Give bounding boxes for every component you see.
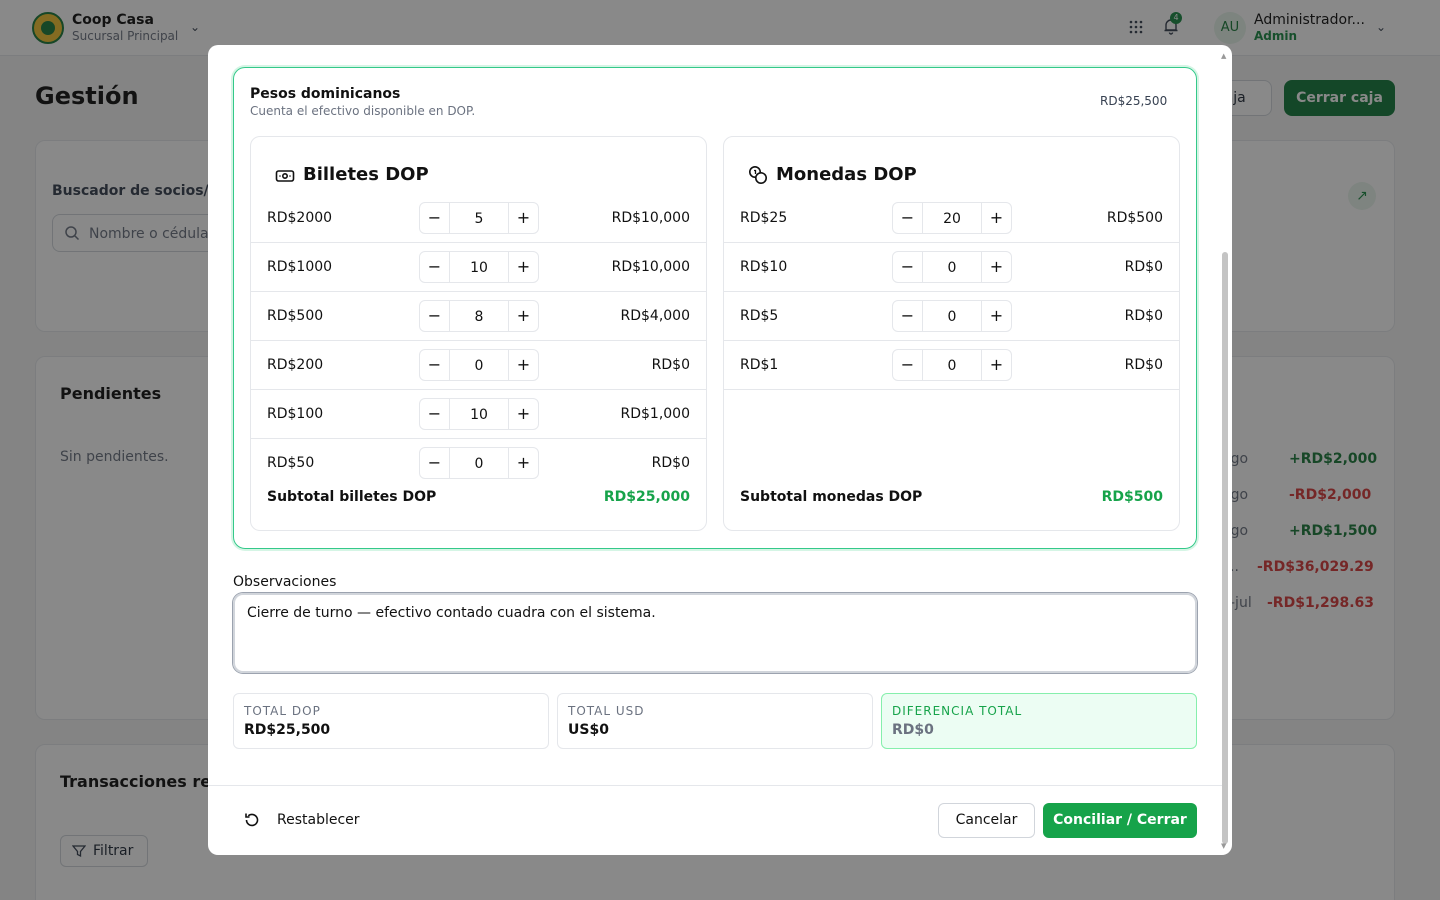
denomination-label: RD$2000 [267, 210, 333, 226]
quantity-stepper[interactable]: −0 + [892, 349, 1012, 381]
quantity-stepper[interactable]: −10 + [419, 251, 539, 283]
denomination-label: RD$500 [267, 308, 324, 324]
quantity-input[interactable]: 0 [923, 301, 981, 331]
reconcile-close-button[interactable]: Conciliar / Cerrar [1043, 803, 1197, 838]
coins-subtotal-label: Subtotal monedas DOP [740, 489, 923, 505]
denomination-label: RD$10 [740, 259, 788, 275]
total-difference-card: DIFERENCIA TOTAL RD$0 [881, 693, 1197, 749]
scroll-up-icon[interactable]: ▲ [1221, 52, 1226, 60]
line-total: RD$10,000 [611, 259, 690, 275]
decrement-button[interactable]: − [420, 301, 450, 331]
denomination-label: RD$100 [267, 406, 324, 422]
quantity-stepper[interactable]: −10 + [419, 398, 539, 430]
increment-button[interactable]: + [981, 350, 1011, 380]
decrement-button[interactable]: − [420, 350, 450, 380]
decrement-button[interactable]: − [420, 203, 450, 233]
decrement-button[interactable]: − [893, 252, 923, 282]
line-total: RD$0 [651, 455, 690, 471]
decrement-button[interactable]: − [420, 399, 450, 429]
denomination-label: RD$200 [267, 357, 324, 373]
quantity-input[interactable]: 10 [450, 399, 508, 429]
coins-icon [748, 165, 768, 185]
quantity-input[interactable]: 10 [450, 252, 508, 282]
quantity-stepper[interactable]: −0 + [892, 300, 1012, 332]
denomination-label: RD$1000 [267, 259, 333, 275]
section-subtitle: Cuenta el efectivo disponible en DOP. [250, 104, 476, 118]
denomination-label: RD$25 [740, 210, 788, 226]
line-total: RD$0 [1124, 357, 1163, 373]
denomination-label: RD$1 [740, 357, 779, 373]
decrement-button[interactable]: − [893, 350, 923, 380]
increment-button[interactable]: + [981, 301, 1011, 331]
line-total: RD$0 [1124, 308, 1163, 324]
decrement-button[interactable]: − [420, 448, 450, 478]
increment-button[interactable]: + [508, 448, 538, 478]
quantity-input[interactable]: 20 [923, 203, 981, 233]
modal-footer-divider [208, 785, 1222, 786]
banknote-icon [275, 166, 295, 186]
quantity-input[interactable]: 0 [450, 350, 508, 380]
denomination-label: RD$50 [267, 455, 315, 471]
increment-button[interactable]: + [508, 203, 538, 233]
total-difference-value: RD$0 [892, 722, 934, 738]
quantity-input[interactable]: 0 [923, 252, 981, 282]
quantity-input[interactable]: 0 [923, 350, 981, 380]
quantity-stepper[interactable]: −20 + [892, 202, 1012, 234]
total-dop-card: TOTAL DOP RD$25,500 [233, 693, 549, 749]
quantity-stepper[interactable]: −0 + [892, 251, 1012, 283]
line-total: RD$1,000 [620, 406, 691, 422]
total-dop-label: TOTAL DOP [244, 704, 321, 718]
total-difference-label: DIFERENCIA TOTAL [892, 704, 1023, 718]
line-total: RD$4,000 [620, 308, 691, 324]
increment-button[interactable]: + [508, 350, 538, 380]
scroll-down-icon[interactable]: ▼ [1221, 842, 1226, 850]
section-total: RD$25,500 [1100, 94, 1168, 108]
section-title: Pesos dominicanos [250, 86, 401, 102]
observations-label: Observaciones [233, 574, 337, 590]
bills-subtotal-label: Subtotal billetes DOP [267, 489, 437, 505]
decrement-button[interactable]: − [893, 301, 923, 331]
bills-title: Billetes DOP [303, 164, 429, 185]
quantity-input[interactable]: 5 [450, 203, 508, 233]
increment-button[interactable]: + [981, 203, 1011, 233]
increment-button[interactable]: + [508, 252, 538, 282]
reset-button[interactable]: Restablecer [277, 812, 360, 828]
quantity-input[interactable]: 0 [450, 448, 508, 478]
quantity-input[interactable]: 8 [450, 301, 508, 331]
line-total: RD$500 [1106, 210, 1163, 226]
denomination-label: RD$5 [740, 308, 779, 324]
increment-button[interactable]: + [508, 399, 538, 429]
total-dop-value: RD$25,500 [244, 722, 331, 738]
line-total: RD$0 [651, 357, 690, 373]
observations-textarea[interactable]: Cierre de turno — efectivo contado cuadr… [233, 593, 1197, 673]
modal-scrollbar[interactable] [1222, 252, 1228, 844]
bills-subtotal-value: RD$25,000 [603, 489, 690, 505]
line-total: RD$0 [1124, 259, 1163, 275]
decrement-button[interactable]: − [893, 203, 923, 233]
cancel-button[interactable]: Cancelar [938, 803, 1035, 838]
line-total: RD$10,000 [611, 210, 690, 226]
reset-icon[interactable] [243, 811, 261, 829]
quantity-stepper[interactable]: −0 + [419, 447, 539, 479]
quantity-stepper[interactable]: −5 + [419, 202, 539, 234]
increment-button[interactable]: + [981, 252, 1011, 282]
quantity-stepper[interactable]: −0 + [419, 349, 539, 381]
coins-subtotal-value: RD$500 [1101, 489, 1163, 505]
quantity-stepper[interactable]: −8 + [419, 300, 539, 332]
decrement-button[interactable]: − [420, 252, 450, 282]
coins-title: Monedas DOP [776, 164, 917, 185]
total-usd-label: TOTAL USD [568, 704, 645, 718]
increment-button[interactable]: + [508, 301, 538, 331]
total-usd-card: TOTAL USD US$0 [557, 693, 873, 749]
total-usd-value: US$0 [568, 722, 609, 738]
